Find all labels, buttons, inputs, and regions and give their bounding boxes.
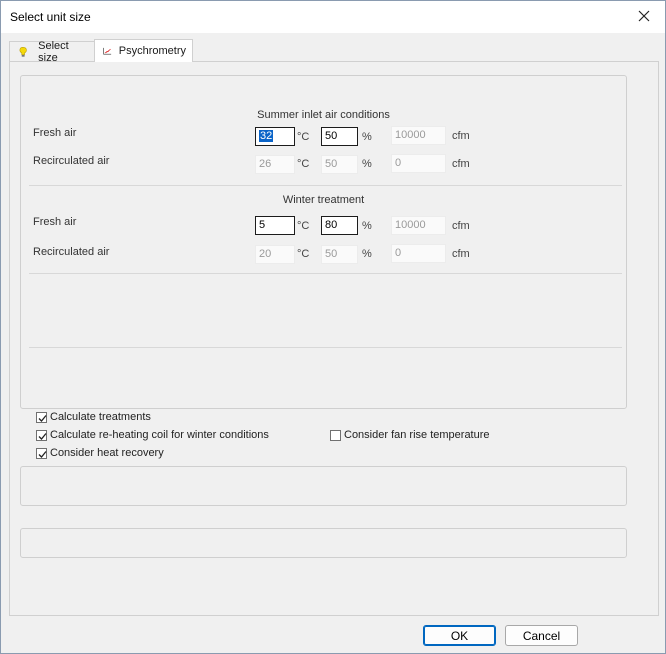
window-title: Select unit size <box>10 10 91 24</box>
summer-fresh-temp-unit: °C <box>297 131 310 143</box>
summer-section-title: Summer inlet air conditions <box>257 109 390 121</box>
winter-fresh-temp-input[interactable]: 5 <box>255 216 295 235</box>
section-divider <box>29 185 622 186</box>
summer-fresh-flow-unit: cfm <box>452 130 470 142</box>
checkmark-icon <box>38 432 47 440</box>
tab-select-size-label: Select size <box>38 39 69 64</box>
summer-recirculated-air-label: Recirculated air <box>33 155 110 167</box>
checkbox-box[interactable] <box>330 429 341 441</box>
section-divider <box>29 347 622 348</box>
tab-psychrometry[interactable]: Psychrometry <box>94 39 193 62</box>
psychrometric-chart-icon <box>103 47 112 55</box>
info-group-1 <box>20 466 627 506</box>
title-bar: Select unit size <box>1 1 665 33</box>
summer-recirc-flow-unit: cfm <box>452 158 470 170</box>
calculate-treatments-checkbox[interactable]: Calculate treatments <box>36 411 151 423</box>
ok-button[interactable]: OK <box>423 625 496 646</box>
checkmark-icon <box>38 414 47 422</box>
winter-fresh-humidity-unit: % <box>362 220 372 232</box>
heat-recovery-label: Consider heat recovery <box>50 447 164 459</box>
summer-recirc-humidity-field: 50 <box>321 155 358 174</box>
tab-psychrometry-label: Psychrometry <box>118 45 186 57</box>
close-button[interactable] <box>629 3 659 29</box>
summer-fresh-humidity-input[interactable]: 50 <box>321 127 358 146</box>
winter-section-title: Winter treatment <box>282 194 365 206</box>
summer-fresh-temp-input[interactable]: 32 <box>255 127 295 146</box>
winter-recirc-temp-unit: °C <box>297 248 310 260</box>
checkbox-box[interactable] <box>36 411 47 423</box>
heat-recovery-checkbox[interactable]: Consider heat recovery <box>36 447 164 459</box>
bulb-icon <box>19 46 27 57</box>
winter-fresh-flow-unit: cfm <box>452 220 470 232</box>
checkmark-icon <box>38 450 47 458</box>
checkbox-box[interactable] <box>36 429 47 441</box>
cancel-button[interactable]: Cancel <box>505 625 578 646</box>
summer-recirc-humidity-unit: % <box>362 158 372 170</box>
summer-recirc-temp-unit: °C <box>297 158 310 170</box>
calculate-treatments-label: Calculate treatments <box>50 411 151 423</box>
winter-recirc-humidity-unit: % <box>362 248 372 260</box>
air-conditions-group: Summer inlet air conditions Fresh air 32… <box>20 75 627 409</box>
winter-fresh-air-label: Fresh air <box>33 216 77 228</box>
winter-fresh-humidity-input[interactable]: 80 <box>321 216 358 235</box>
psychrometry-panel: Summer inlet air conditions Fresh air 32… <box>9 61 659 616</box>
winter-recirc-temp-field: 20 <box>255 245 295 264</box>
reheating-coil-label: Calculate re-heating coil for winter con… <box>50 429 269 441</box>
winter-fresh-temp-unit: °C <box>297 220 310 232</box>
summer-recirc-flow-field: 0 <box>391 154 446 173</box>
winter-recirculated-air-label: Recirculated air <box>33 246 110 258</box>
summer-recirc-temp-field: 26 <box>255 155 295 174</box>
winter-recirc-flow-field: 0 <box>391 244 446 263</box>
reheating-coil-checkbox[interactable]: Calculate re-heating coil for winter con… <box>36 429 269 441</box>
fan-rise-label: Consider fan rise temperature <box>344 429 490 441</box>
summer-fresh-flow-field: 10000 <box>391 126 446 145</box>
checkbox-box[interactable] <box>36 447 47 459</box>
winter-recirc-flow-unit: cfm <box>452 248 470 260</box>
summer-fresh-humidity-unit: % <box>362 131 372 143</box>
info-group-2 <box>20 528 627 558</box>
dialog-window: Select unit size Select size Psychrometr… <box>0 0 666 654</box>
summer-fresh-air-label: Fresh air <box>33 127 77 139</box>
winter-fresh-flow-field: 10000 <box>391 216 446 235</box>
section-divider <box>29 273 622 274</box>
tab-select-size[interactable]: Select size <box>9 39 95 64</box>
fan-rise-checkbox[interactable]: Consider fan rise temperature <box>330 429 490 441</box>
close-icon <box>638 10 650 22</box>
winter-recirc-humidity-field: 50 <box>321 245 358 264</box>
